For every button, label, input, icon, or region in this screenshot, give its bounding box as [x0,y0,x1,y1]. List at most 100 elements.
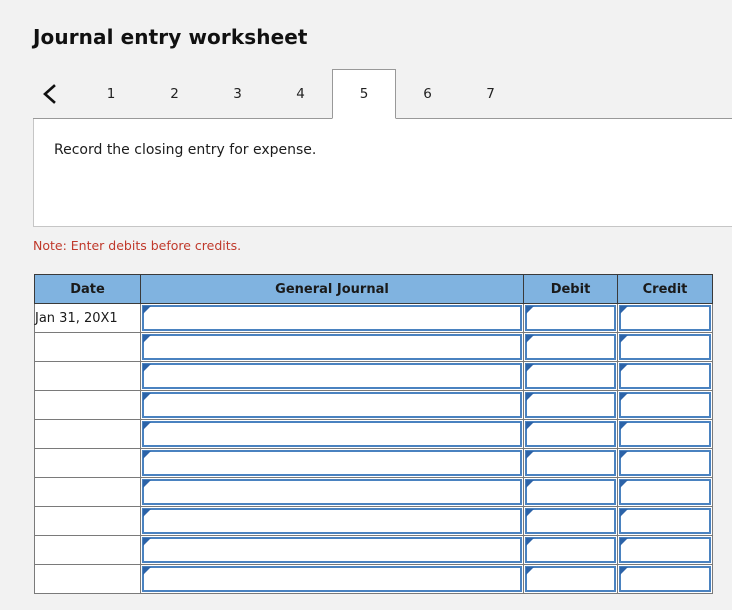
cell-dropdown-marker-icon [620,393,628,401]
journal-credit-input[interactable] [619,363,711,389]
journal-account-input[interactable] [142,508,522,534]
table-row [34,564,713,594]
journal-date-cell[interactable] [34,506,141,536]
journal-date-cell[interactable] [34,419,141,449]
table-row [34,419,713,449]
journal-credit-input[interactable] [619,421,711,447]
journal-date-cell[interactable] [34,332,141,362]
journal-credit-input[interactable] [619,450,711,476]
journal-account-input-cell [140,564,524,594]
worksheet-tab-3[interactable]: 3 [206,69,269,118]
journal-date-cell[interactable] [34,477,141,507]
journal-account-input-cell [140,361,524,391]
journal-account-input[interactable] [142,566,522,592]
journal-account-input-cell [140,390,524,420]
journal-account-input-cell [140,535,524,565]
cell-dropdown-marker-icon [620,567,628,575]
cell-dropdown-marker-icon [143,509,151,517]
cell-dropdown-marker-icon [620,306,628,314]
journal-date-cell[interactable] [34,535,141,565]
table-row: Jan 31, 20X1 [34,303,713,333]
worksheet-tab-6[interactable]: 6 [396,69,459,118]
journal-debit-input[interactable] [525,363,616,389]
journal-credit-input[interactable] [619,305,711,331]
journal-credit-input-cell [617,564,713,594]
journal-debit-input-cell [523,419,618,449]
journal-account-input[interactable] [142,479,522,505]
journal-debit-input-cell [523,535,618,565]
journal-debit-input-cell [523,448,618,478]
cell-dropdown-marker-icon [143,422,151,430]
journal-credit-input[interactable] [619,537,711,563]
journal-account-input[interactable] [142,305,522,331]
journal-credit-input-cell [617,419,713,449]
chevron-left-icon [42,83,58,105]
journal-date-cell[interactable] [34,390,141,420]
column-header-credit: Credit [617,274,713,304]
table-row [34,448,713,478]
journal-date-cell[interactable] [34,361,141,391]
worksheet-tab-2[interactable]: 2 [143,69,206,118]
journal-credit-input[interactable] [619,392,711,418]
table-row [34,361,713,391]
journal-credit-input[interactable] [619,479,711,505]
cell-dropdown-marker-icon [143,567,151,575]
journal-account-input[interactable] [142,537,522,563]
journal-debit-input[interactable] [525,537,616,563]
journal-debit-input-cell [523,361,618,391]
journal-date-cell[interactable] [34,448,141,478]
cell-dropdown-marker-icon [620,451,628,459]
journal-date-cell[interactable] [34,564,141,594]
cell-dropdown-marker-icon [526,538,534,546]
worksheet-prompt-panel: Record the closing entry for expense. [33,119,732,227]
journal-credit-input-cell [617,477,713,507]
journal-account-input[interactable] [142,450,522,476]
journal-debit-input[interactable] [525,392,616,418]
journal-debit-input[interactable] [525,479,616,505]
journal-debit-input[interactable] [525,508,616,534]
journal-account-input[interactable] [142,334,522,360]
worksheet-tab-label: 7 [486,85,495,102]
table-row [34,535,713,565]
worksheet-tab-7[interactable]: 7 [459,69,522,118]
journal-debit-input[interactable] [525,566,616,592]
cell-dropdown-marker-icon [143,364,151,372]
journal-account-input[interactable] [142,421,522,447]
journal-account-input-cell [140,506,524,536]
cell-dropdown-marker-icon [143,480,151,488]
journal-debit-input[interactable] [525,421,616,447]
worksheet-tab-1[interactable]: 1 [79,69,143,118]
journal-account-input[interactable] [142,363,522,389]
journal-credit-input[interactable] [619,508,711,534]
cell-dropdown-marker-icon [143,451,151,459]
journal-date-cell[interactable]: Jan 31, 20X1 [34,303,141,333]
column-header-debit: Debit [523,274,618,304]
worksheet-tab-label: 1 [106,85,116,102]
journal-debit-input-cell [523,303,618,333]
worksheet-tab-label: 2 [170,85,179,102]
journal-debit-input[interactable] [525,334,616,360]
journal-account-input[interactable] [142,392,522,418]
debits-before-credits-note: Note: Enter debits before credits. [33,238,242,253]
previous-tab-button[interactable] [33,69,66,118]
worksheet-tab-strip: 1 2 3 4 5 6 7 [33,69,732,119]
journal-credit-input-cell [617,390,713,420]
journal-credit-input[interactable] [619,334,711,360]
worksheet-tab-4[interactable]: 4 [269,69,332,118]
journal-debit-input-cell [523,390,618,420]
journal-credit-input-cell [617,332,713,362]
cell-dropdown-marker-icon [143,335,151,343]
cell-dropdown-marker-icon [526,422,534,430]
cell-dropdown-marker-icon [526,451,534,459]
journal-debit-input[interactable] [525,450,616,476]
journal-account-input-cell [140,448,524,478]
journal-debit-input[interactable] [525,305,616,331]
journal-credit-input-cell [617,448,713,478]
column-header-general-journal: General Journal [140,274,524,304]
journal-credit-input-cell [617,535,713,565]
worksheet-prompt-text: Record the closing entry for expense. [54,142,317,158]
cell-dropdown-marker-icon [143,538,151,546]
journal-credit-input[interactable] [619,566,711,592]
worksheet-tab-5[interactable]: 5 [332,69,396,119]
journal-debit-input-cell [523,506,618,536]
